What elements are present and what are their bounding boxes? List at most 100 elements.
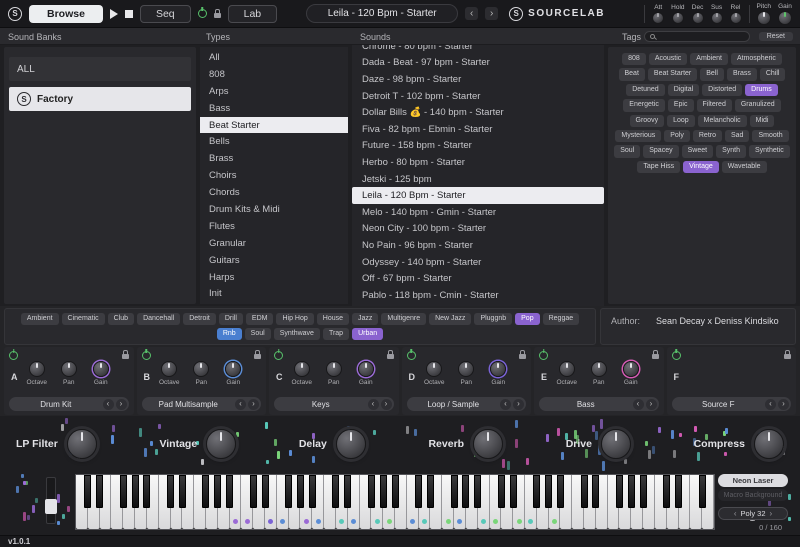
genre-chip[interactable]: Trap: [323, 328, 349, 340]
channel-knob-octave[interactable]: Octave: [418, 361, 450, 386]
black-key[interactable]: [510, 475, 517, 508]
black-key[interactable]: [297, 475, 304, 508]
black-key[interactable]: [332, 475, 339, 508]
preset-selector[interactable]: Leila - 120 Bpm - Starter: [306, 4, 458, 23]
reset-button[interactable]: Reset: [759, 32, 793, 41]
channel-knob-gain[interactable]: Gain: [217, 361, 249, 386]
channel-knob-gain[interactable]: Gain: [482, 361, 514, 386]
lock-icon[interactable]: [652, 354, 659, 359]
fader-handle[interactable]: [45, 499, 57, 514]
genre-chip[interactable]: EDM: [246, 313, 274, 325]
chevron-right-icon[interactable]: ›: [513, 399, 524, 410]
chevron-left-icon[interactable]: ‹: [500, 399, 511, 410]
knob[interactable]: [672, 12, 684, 24]
knob[interactable]: [294, 361, 310, 377]
knob[interactable]: [225, 361, 241, 377]
env-knob-sus[interactable]: Sus: [711, 4, 723, 24]
tag-chip[interactable]: Poly: [664, 130, 690, 142]
black-key[interactable]: [132, 475, 139, 508]
black-key[interactable]: [498, 475, 505, 508]
black-key[interactable]: [226, 475, 233, 508]
sound-item[interactable]: Odyssey - 140 bpm - Starter: [352, 254, 604, 271]
sound-item[interactable]: Detroit T - 102 bpm - Starter: [352, 88, 604, 105]
tag-search-box[interactable]: [644, 31, 750, 42]
genre-chip[interactable]: Rnb: [217, 328, 242, 340]
knob[interactable]: [757, 11, 771, 25]
type-item[interactable]: Guitars: [200, 252, 348, 269]
genre-chip[interactable]: Jazz: [352, 313, 378, 325]
chevron-right-icon[interactable]: ›: [248, 399, 259, 410]
tag-chip[interactable]: Tape Hiss: [637, 161, 680, 173]
source-selector[interactable]: Loop / Sample‹›: [407, 397, 527, 411]
channel-strip-f[interactable]: FSource F‹›: [667, 347, 797, 415]
tag-chip[interactable]: Energetic: [623, 99, 665, 111]
black-key[interactable]: [616, 475, 623, 508]
black-key[interactable]: [285, 475, 292, 508]
black-key[interactable]: [309, 475, 316, 508]
source-selector[interactable]: Source F‹›: [672, 397, 792, 411]
black-key[interactable]: [415, 475, 422, 508]
chevron-right-icon[interactable]: ›: [116, 399, 127, 410]
poly-selector[interactable]: ‹ Poly 32 ›: [718, 507, 788, 520]
gain-knob[interactable]: Gain: [778, 3, 792, 25]
black-key[interactable]: [380, 475, 387, 508]
knob[interactable]: [206, 429, 236, 459]
genre-chip[interactable]: Club: [108, 313, 134, 325]
black-key[interactable]: [533, 475, 540, 508]
type-item[interactable]: Bass: [200, 100, 348, 117]
neon-laser-button[interactable]: Neon Laser: [718, 474, 788, 487]
lock-icon[interactable]: [214, 13, 221, 18]
source-selector[interactable]: Drum Kit‹›: [9, 397, 129, 411]
tag-chip[interactable]: Spacey: [643, 145, 678, 157]
tag-chip[interactable]: Midi: [750, 115, 775, 127]
source-selector[interactable]: Pad Multisample‹›: [142, 397, 262, 411]
black-key[interactable]: [96, 475, 103, 508]
tag-chip[interactable]: Bell: [700, 68, 724, 80]
channel-knob-gain[interactable]: Gain: [615, 361, 647, 386]
channel-knob-pan[interactable]: Pan: [318, 361, 350, 386]
chevron-right-icon[interactable]: ›: [381, 399, 392, 410]
channel-knob-pan[interactable]: Pan: [53, 361, 85, 386]
sound-item[interactable]: Melo - 140 bpm - Gmin - Starter: [352, 204, 604, 221]
black-key[interactable]: [427, 475, 434, 508]
power-icon[interactable]: [407, 351, 416, 360]
tag-chip[interactable]: Atmospheric: [731, 53, 782, 65]
type-item[interactable]: Granular: [200, 235, 348, 252]
knob[interactable]: [93, 361, 109, 377]
lab-button[interactable]: Lab: [228, 5, 278, 23]
tag-chip[interactable]: Synthetic: [749, 145, 790, 157]
tag-chip[interactable]: Smooth: [752, 130, 788, 142]
type-item[interactable]: Drum Kits & Midi: [200, 201, 348, 218]
black-key[interactable]: [368, 475, 375, 508]
tag-chip[interactable]: Loop: [667, 115, 695, 127]
knob[interactable]: [730, 12, 742, 24]
sound-item[interactable]: Jetski - 125 bpm: [352, 171, 604, 188]
sound-item[interactable]: Chrome - 80 bpm - Starter: [352, 45, 604, 55]
type-item[interactable]: Brass: [200, 150, 348, 167]
black-key[interactable]: [581, 475, 588, 508]
env-knob-att[interactable]: Att: [652, 4, 664, 24]
channel-knob-pan[interactable]: Pan: [450, 361, 482, 386]
black-key[interactable]: [262, 475, 269, 508]
chevron-left-icon[interactable]: ‹: [765, 399, 776, 410]
tag-chip[interactable]: Synth: [716, 145, 746, 157]
tag-chip[interactable]: Granulized: [735, 99, 781, 111]
genre-chip[interactable]: Detroit: [183, 313, 216, 325]
lock-icon[interactable]: [387, 354, 394, 359]
tag-chip[interactable]: Beat: [619, 68, 645, 80]
type-item[interactable]: Harps: [200, 269, 348, 286]
type-item[interactable]: Chords: [200, 184, 348, 201]
knob[interactable]: [358, 361, 374, 377]
play-icon[interactable]: [110, 9, 118, 19]
channel-knob-octave[interactable]: Octave: [551, 361, 583, 386]
knob[interactable]: [336, 429, 366, 459]
genre-chip[interactable]: House: [317, 313, 349, 325]
chevron-left-icon[interactable]: ‹: [633, 399, 644, 410]
channel-knob-octave[interactable]: Octave: [21, 361, 53, 386]
lock-icon[interactable]: [122, 354, 129, 359]
channel-strip-b[interactable]: BOctavePanGainPad Multisample‹›: [137, 347, 267, 415]
channel-knob-pan[interactable]: Pan: [185, 361, 217, 386]
knob[interactable]: [193, 361, 209, 377]
channel-strip-c[interactable]: COctavePanGainKeys‹›: [269, 347, 399, 415]
tag-chip[interactable]: Melancholic: [698, 115, 747, 127]
